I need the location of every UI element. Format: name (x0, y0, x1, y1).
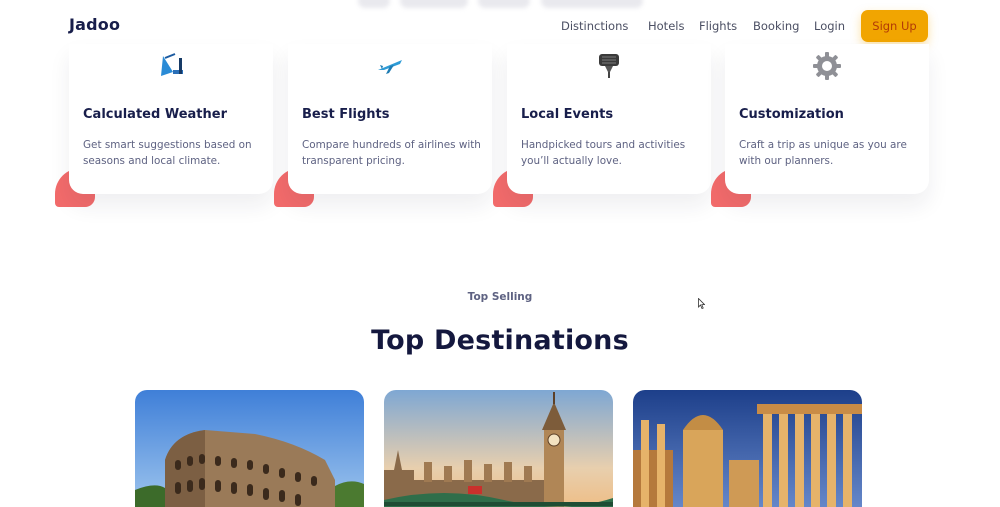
service-card: Calculated Weather Get smart suggestions… (69, 44, 273, 194)
blurred-element (358, 0, 390, 8)
service-title: Local Events (521, 107, 614, 122)
service-card-weather: Calculated Weather Get smart suggestions… (55, 44, 273, 207)
satellite-dish-icon (155, 50, 187, 82)
service-title: Calculated Weather (83, 107, 227, 122)
service-card-flights: Best Flights Compare hundreds of airline… (274, 44, 492, 207)
service-description: Handpicked tours and activities you’ll a… (521, 139, 686, 167)
nav-flights[interactable]: Flights (699, 19, 737, 33)
airplane-icon (374, 50, 406, 82)
colosseum-photo (135, 390, 364, 507)
section-subtitle: Top Selling (467, 291, 533, 303)
destination-card-colosseum[interactable] (135, 390, 364, 507)
blurred-element (400, 0, 468, 8)
destination-card-roman-forum[interactable] (633, 390, 862, 507)
service-description: Get smart suggestions based on seasons a… (83, 139, 252, 167)
service-description: Craft a trip as unique as you are with o… (739, 139, 907, 167)
blurred-element (478, 0, 530, 8)
logo[interactable]: Jadoo (69, 15, 120, 34)
destination-card-big-ben[interactable] (384, 390, 613, 507)
service-title: Best Flights (302, 107, 390, 122)
nav-booking[interactable]: Booking (753, 19, 799, 33)
signup-button[interactable]: Sign Up (861, 10, 928, 42)
service-card: Local Events Handpicked tours and activi… (507, 44, 711, 194)
roman-forum-photo (633, 390, 862, 507)
mouse-cursor-icon (698, 298, 705, 309)
section-title: Top Destinations (371, 325, 629, 356)
nav-hotels[interactable]: Hotels (648, 19, 684, 33)
service-card-events: Local Events Handpicked tours and activi… (493, 44, 711, 207)
blurred-element (541, 0, 643, 8)
gear-icon (811, 50, 843, 82)
service-card: Customization Craft a trip as unique as … (725, 44, 929, 194)
nav-distinctions[interactable]: Distinctions (561, 19, 628, 33)
big-ben-photo (384, 390, 613, 507)
microphone-icon (593, 50, 625, 82)
service-card-customization: Customization Craft a trip as unique as … (711, 44, 929, 207)
service-description: Compare hundreds of airlines with transp… (302, 139, 481, 167)
service-title: Customization (739, 107, 844, 122)
nav-login[interactable]: Login (814, 19, 845, 33)
service-card: Best Flights Compare hundreds of airline… (288, 44, 492, 194)
